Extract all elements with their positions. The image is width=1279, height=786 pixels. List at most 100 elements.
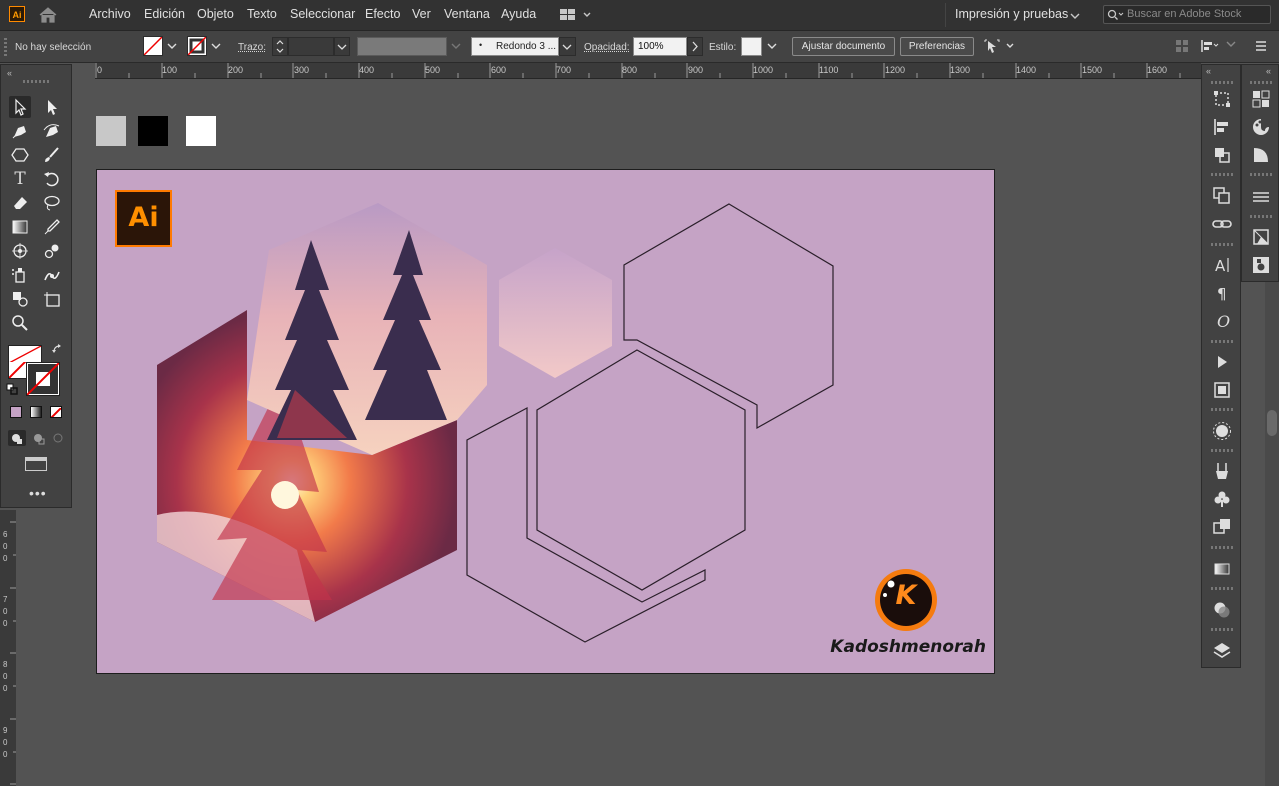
panel-grip[interactable] — [1211, 546, 1233, 549]
chevron-down-icon[interactable] — [1226, 41, 1236, 49]
puppet-warp-tool-icon[interactable] — [41, 264, 63, 286]
menu-objeto[interactable]: Objeto — [197, 7, 234, 21]
cc-libraries-panel-icon[interactable] — [1249, 253, 1273, 277]
menu-archivo[interactable]: Archivo — [89, 7, 131, 21]
align-icon[interactable] — [1175, 39, 1189, 53]
stroke-weight-field[interactable] — [288, 37, 334, 56]
canvas-swatch[interactable] — [138, 116, 168, 146]
blend-tool-icon[interactable] — [41, 240, 63, 262]
symbols-panel-icon[interactable] — [1210, 487, 1234, 511]
asset-export-panel-icon[interactable] — [1249, 225, 1273, 249]
panel-grip[interactable] — [1211, 587, 1233, 590]
panel-grip[interactable] — [1211, 408, 1233, 411]
ruler-top[interactable]: 0 100 200 300 400 500 600 700 800 900 10… — [95, 63, 1201, 79]
fill-swatch[interactable] — [143, 36, 163, 56]
gradient-mode-button[interactable] — [30, 406, 42, 418]
actions-panel-icon[interactable] — [1210, 350, 1234, 374]
screen-mode-icon[interactable] — [25, 457, 47, 471]
hamburger-menu-icon[interactable] — [1254, 39, 1268, 53]
draw-behind-icon[interactable] — [30, 430, 48, 446]
default-colors-icon[interactable] — [6, 383, 18, 395]
workspace-switcher[interactable]: Impresión y pruebas — [945, 3, 1080, 27]
character-panel-icon[interactable]: A — [1210, 253, 1234, 277]
opacity-expand[interactable] — [687, 37, 703, 56]
menu-efecto[interactable]: Efecto — [365, 7, 400, 21]
image-trace-panel-icon[interactable] — [1210, 378, 1234, 402]
panel-grip[interactable] — [1250, 173, 1272, 176]
opentype-panel-icon[interactable]: O — [1210, 309, 1234, 333]
appearance-panel-icon[interactable] — [1210, 419, 1234, 443]
variable-width-profile[interactable] — [357, 37, 447, 56]
transparency-panel-icon[interactable] — [1210, 598, 1234, 622]
zoom-tool-icon[interactable] — [9, 312, 31, 334]
symbol-sprayer-tool-icon[interactable] — [9, 264, 31, 286]
artboards-panel-icon[interactable] — [1210, 184, 1234, 208]
scroll-thumb[interactable] — [1267, 410, 1277, 436]
opacity-label[interactable]: Opacidad: — [584, 42, 630, 53]
swatches-panel-icon[interactable] — [1249, 87, 1273, 111]
none-mode-button[interactable] — [50, 406, 62, 418]
collapse-icon[interactable]: « — [7, 68, 12, 78]
color-mode-button[interactable] — [10, 406, 22, 418]
curvature-tool-icon[interactable] — [41, 120, 63, 142]
selection-tool-icon[interactable] — [9, 96, 31, 118]
chevron-down-icon[interactable] — [167, 43, 177, 50]
stroke-swatch[interactable] — [187, 36, 207, 56]
stroke-stepper[interactable] — [272, 37, 288, 56]
polygon-tool-icon[interactable] — [9, 144, 31, 166]
paintbrush-tool-icon[interactable] — [41, 144, 63, 166]
eraser-tool-icon[interactable] — [9, 192, 31, 214]
stock-search-input[interactable]: Buscar en Adobe Stock — [1103, 5, 1271, 24]
brush-dropdown[interactable] — [559, 37, 576, 56]
rotate-tool-icon[interactable] — [41, 168, 63, 190]
panel-grip[interactable] — [1211, 340, 1233, 343]
panel-grip[interactable] — [1211, 243, 1233, 246]
menu-lines-icon[interactable] — [1249, 185, 1273, 209]
transform-select-icon[interactable] — [983, 38, 1017, 55]
artboard-tool-icon[interactable] — [41, 288, 63, 310]
panel-grip[interactable] — [1250, 81, 1272, 84]
stroke-weight-dropdown[interactable] — [334, 37, 350, 56]
direct-selection-tool-icon[interactable] — [41, 96, 63, 118]
canvas-swatch[interactable] — [96, 116, 126, 146]
chevron-down-icon[interactable] — [451, 43, 461, 50]
brushes-panel-icon[interactable] — [1210, 459, 1234, 483]
panel-grip[interactable] — [4, 36, 7, 56]
menu-ayuda[interactable]: Ayuda — [501, 7, 536, 21]
brush-definition[interactable]: • Redondo 3 ... — [471, 37, 559, 56]
align-panel-icon[interactable] — [1210, 115, 1234, 139]
expand-icon[interactable]: « — [1266, 66, 1271, 76]
chevron-down-icon[interactable] — [767, 43, 777, 50]
menu-texto[interactable]: Texto — [247, 7, 277, 21]
stroke-panel-icon[interactable] — [1249, 143, 1273, 167]
stroke-color-box[interactable] — [26, 362, 60, 396]
fill-color-front[interactable] — [8, 345, 42, 362]
panel-grip[interactable] — [1211, 81, 1233, 84]
links-panel-icon[interactable] — [1210, 212, 1234, 236]
color-guide-panel-icon[interactable] — [1249, 115, 1273, 139]
layers-panel-icon[interactable] — [1210, 639, 1234, 663]
fit-document-button[interactable]: Ajustar documento — [792, 37, 895, 56]
gradient-panel-icon[interactable] — [1210, 557, 1234, 581]
artboard[interactable]: Ai K Kadoshmenorah — [96, 169, 995, 674]
more-tools-icon[interactable]: ••• — [29, 485, 47, 501]
paragraph-panel-icon[interactable]: ¶ — [1210, 281, 1234, 305]
swap-colors-icon[interactable] — [51, 343, 63, 355]
gradient-tool-icon[interactable] — [9, 216, 31, 238]
menu-edicion[interactable]: Edición — [144, 7, 185, 21]
menu-ventana[interactable]: Ventana — [444, 7, 490, 21]
draw-inside-icon[interactable] — [50, 430, 68, 446]
menu-ver[interactable]: Ver — [412, 7, 431, 21]
artwork[interactable] — [97, 170, 995, 674]
panel-grip[interactable] — [23, 80, 49, 83]
panel-grip[interactable] — [1211, 173, 1233, 176]
transform-panel-icon[interactable] — [1210, 87, 1234, 111]
stroke-label[interactable]: Trazo: — [238, 42, 266, 53]
distribute-icon[interactable] — [1200, 39, 1220, 53]
graphic-style-swatch[interactable] — [741, 37, 762, 56]
live-paint-tool-icon[interactable] — [9, 288, 31, 310]
type-tool-icon[interactable]: T — [9, 168, 31, 190]
pathfinder-panel-icon[interactable] — [1210, 143, 1234, 167]
preferences-button[interactable]: Preferencias — [900, 37, 974, 56]
panel-grip[interactable] — [1211, 628, 1233, 631]
